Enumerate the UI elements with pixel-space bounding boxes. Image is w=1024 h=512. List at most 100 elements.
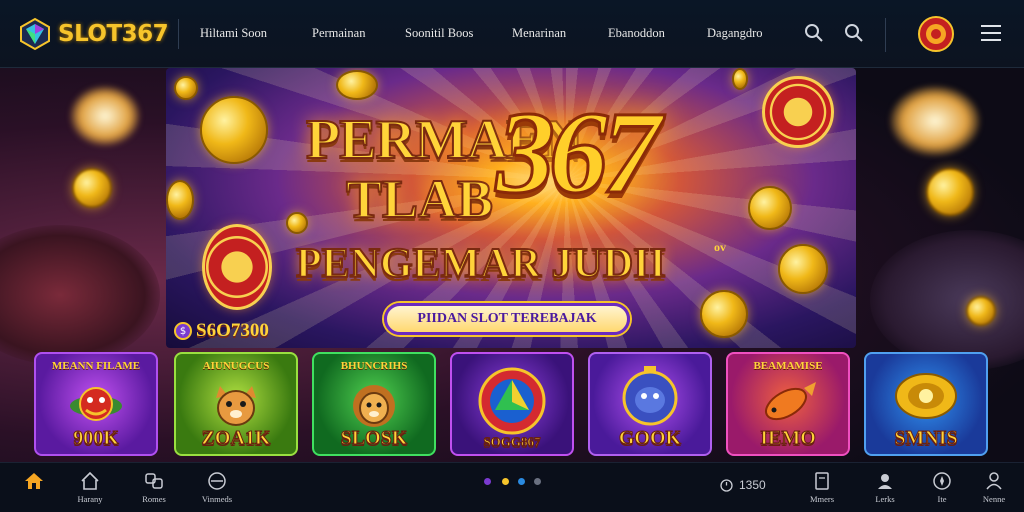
divider <box>178 18 180 49</box>
app-root: SLOT367 Hiltami Soon Permainan Soonitil … <box>0 0 1024 512</box>
game-value: IEMO <box>760 427 817 450</box>
coin-icon <box>700 290 748 338</box>
clock-value: 1350 <box>739 478 766 492</box>
dice-icon <box>145 473 163 489</box>
bottom-nav-ite[interactable]: Ite <box>922 471 962 504</box>
game-value: 900K <box>73 427 120 450</box>
bottom-nav-label: Lerks <box>875 494 895 504</box>
bottom-nav-label: Ite <box>937 494 947 504</box>
game-card[interactable]: MEANN FILAME 900K <box>34 352 158 456</box>
game-card[interactable]: BHUNCRIHS SLOSK <box>312 352 436 456</box>
house-outline-icon <box>81 471 99 490</box>
clock-icon <box>720 478 733 492</box>
coin-icon <box>286 212 308 234</box>
game-card[interactable]: AIUNUGCUS ZOA1K <box>174 352 298 456</box>
coin-icon <box>166 180 194 220</box>
game-value: ZOA1K <box>201 427 271 450</box>
hero-number: 367 <box>495 87 663 218</box>
bottom-nav-label: Romes <box>142 494 166 504</box>
dragon-icon <box>70 387 122 421</box>
bottom-nav-harany[interactable]: Harany <box>70 471 110 504</box>
bottom-nav-nenne[interactable]: Nenne <box>974 471 1014 504</box>
fish-icon <box>765 382 816 421</box>
bottom-nav-lerks[interactable]: Lerks <box>865 471 905 504</box>
bg-light-right <box>890 86 980 156</box>
nav-item-bonus[interactable]: Soonitil Boos <box>405 26 473 41</box>
tray-icon <box>208 472 226 490</box>
bottom-nav-label: Mmers <box>809 494 835 504</box>
coin-icon <box>748 186 792 230</box>
coin-icon <box>778 244 828 294</box>
brand-name: SLOT367 <box>58 20 169 47</box>
clock: 1350 <box>720 478 766 492</box>
bottom-nav-label: Nenne <box>982 494 1006 504</box>
bottom-nav-home[interactable] <box>14 471 54 494</box>
lion-icon <box>353 385 395 427</box>
top-navbar: SLOT367 Hiltami Soon Permainan Soonitil … <box>0 0 1024 68</box>
nav-item-trade[interactable]: Dagangdro <box>707 26 763 41</box>
game-value: SMNIS <box>894 427 958 450</box>
casino-chip-icon <box>762 76 834 148</box>
coin-icon <box>336 70 378 100</box>
game-card[interactable]: BEAMAMISE IEMO <box>726 352 850 456</box>
search-icon[interactable] <box>843 22 865 44</box>
person-icon <box>986 472 1002 490</box>
pager-dot[interactable] <box>484 478 491 485</box>
wheel-icon <box>478 367 546 435</box>
game-value: SLOSK <box>340 427 408 450</box>
search-icon[interactable] <box>803 22 825 44</box>
bottom-nav-vinmeds[interactable]: Vinmeds <box>197 471 237 504</box>
jackpot-badge: $ <box>174 322 192 340</box>
nav-item-games[interactable]: Permainan <box>312 26 365 41</box>
nav-item-home[interactable]: Hiltami Soon <box>200 26 267 41</box>
bottom-nav-romes[interactable]: Romes <box>134 471 174 504</box>
bg-roulette-right <box>870 230 1024 370</box>
divider <box>885 18 886 52</box>
hero-superscript: ov <box>714 240 726 254</box>
gold-crest-icon <box>895 373 957 419</box>
game-title: MEANN FILAME <box>51 360 141 372</box>
hero-headline-2: TLAB <box>345 168 494 230</box>
nav-item-events[interactable]: Ebanoddon <box>608 26 665 41</box>
bottom-nav-mmers[interactable]: Mmers <box>802 471 842 504</box>
pager-dot-active[interactable] <box>502 478 509 485</box>
hero-headline-3: PENGEMAR JUDII <box>295 240 667 288</box>
jackpot-value: S6O7300 <box>196 320 269 341</box>
bottom-nav-label: Harany <box>77 494 103 504</box>
game-title: AIUNUGCUS <box>202 360 270 372</box>
tiger-icon <box>216 386 256 426</box>
game-title: BHUNCRIHS <box>340 360 408 372</box>
bg-roulette-left <box>0 225 160 365</box>
bg-coin <box>966 296 996 326</box>
hero-banner[interactable]: PERMAEN TLAB 367 PENGEMAR JUDII ov PIIDA… <box>166 68 856 348</box>
avatar[interactable] <box>918 16 954 52</box>
play-now-button[interactable]: PIIDAN SLOT TEREBAJAK <box>384 303 630 335</box>
brand-logo[interactable]: SLOT367 <box>18 17 169 51</box>
coin-icon <box>174 76 198 100</box>
bg-light-left <box>70 86 140 146</box>
coin-icon <box>732 68 748 90</box>
game-card[interactable]: SOGG867 <box>450 352 574 456</box>
coin-icon <box>200 96 268 164</box>
game-value: GOOK <box>618 427 682 450</box>
bg-coin <box>926 168 974 216</box>
casino-chip-icon <box>202 224 272 310</box>
user-badge-icon <box>878 474 892 489</box>
pager-dot[interactable] <box>518 478 525 485</box>
bg-coin <box>72 168 112 208</box>
game-card[interactable]: SMNIS <box>864 352 988 456</box>
gem-logo-icon <box>20 17 50 50</box>
home-icon <box>25 473 43 489</box>
bottom-navbar: Harany Romes Vinmeds Mmers Lerks Ite Nen… <box>0 462 1024 512</box>
nav-item-promo[interactable]: Menarinan <box>512 26 566 41</box>
compass-icon <box>933 472 951 490</box>
bottom-nav-label: Vinmeds <box>201 494 233 504</box>
game-card[interactable]: GOOK <box>588 352 712 456</box>
game-title: BEAMAMISE <box>753 360 823 372</box>
menu-icon[interactable] <box>980 22 1002 44</box>
game-value: SOGG867 <box>483 434 541 450</box>
doc-icon <box>815 472 829 490</box>
panther-icon <box>622 366 678 426</box>
pager-dot[interactable] <box>534 478 541 485</box>
jackpot-counter: $ S6O7300 <box>174 320 269 342</box>
